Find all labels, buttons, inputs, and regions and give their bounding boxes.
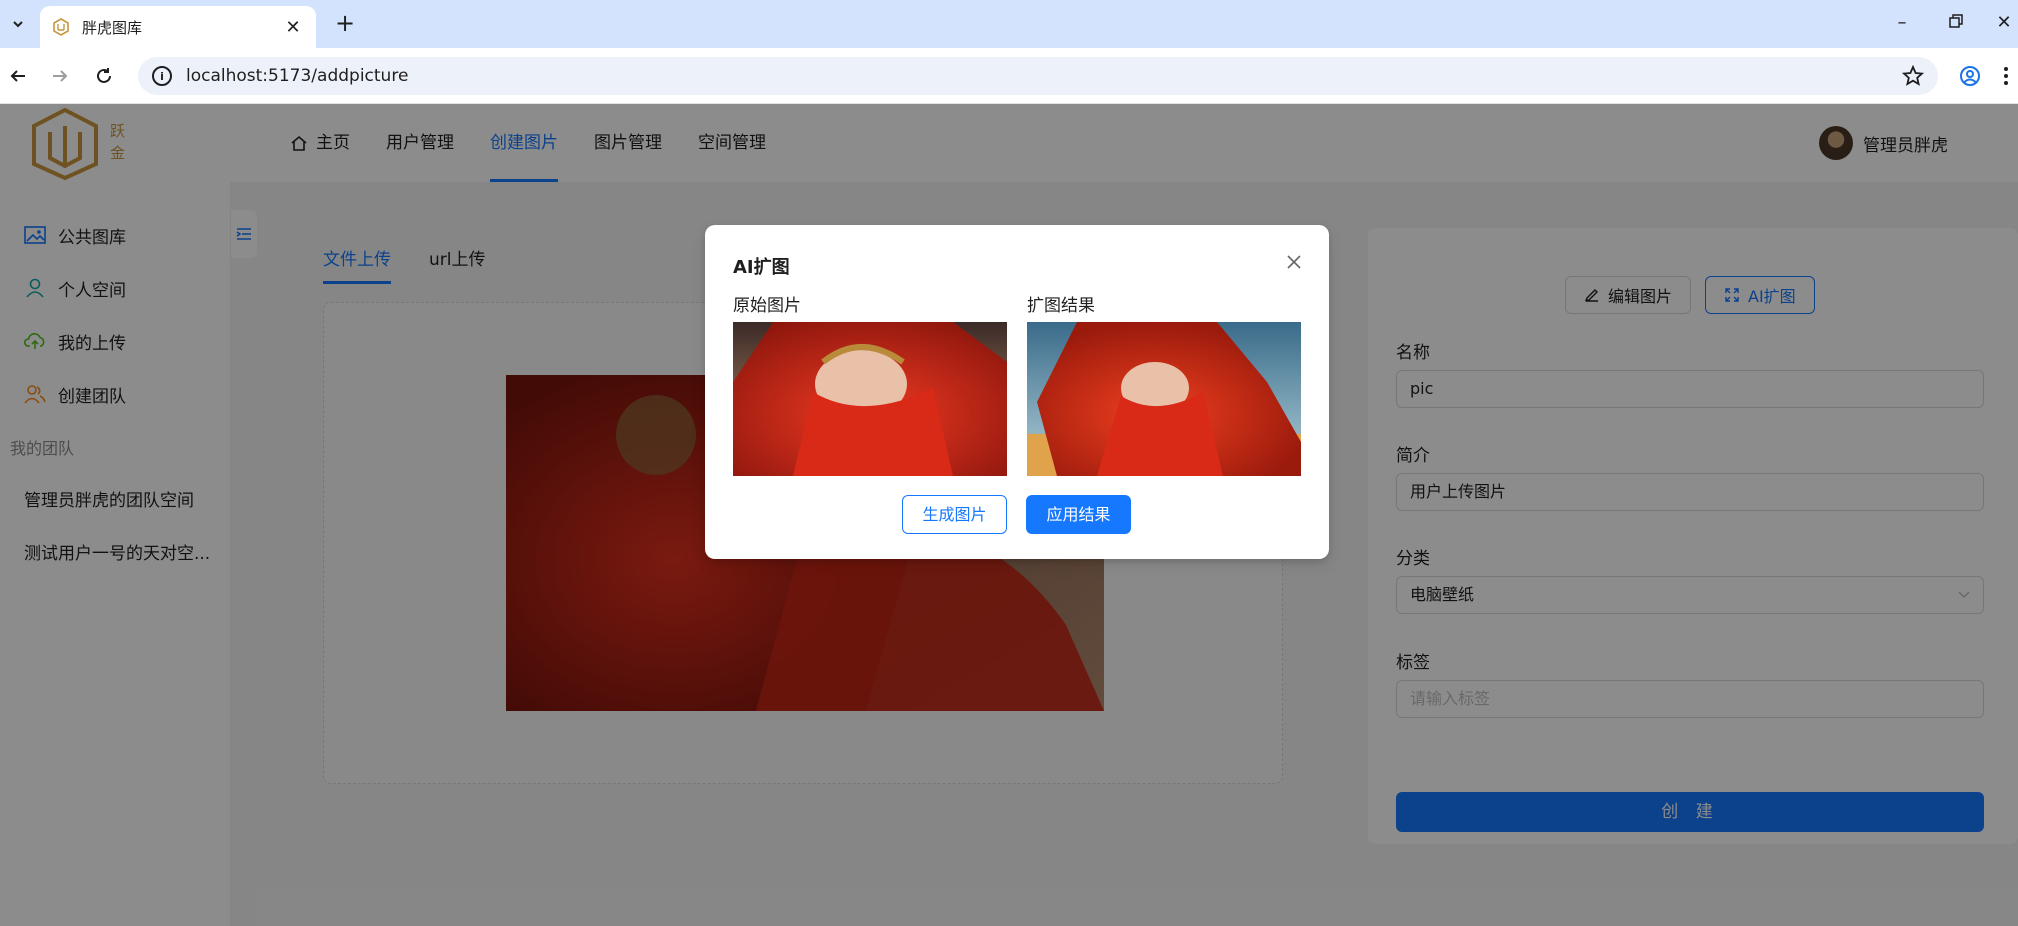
close-icon[interactable] [1279,247,1309,277]
browser-tab[interactable]: 胖虎图库 ✕ [40,6,316,48]
restore-icon[interactable] [1936,8,1976,38]
back-icon[interactable] [2,60,34,92]
reload-icon[interactable] [88,60,120,92]
tab-search-button[interactable] [4,10,32,38]
address-url: localhost:5173/addpicture [186,66,409,86]
original-image [733,322,1007,476]
browser-toolbar: i localhost:5173/addpicture [0,48,2018,104]
profile-icon[interactable] [1954,60,1986,92]
site-favicon-icon [53,18,69,36]
original-image-label: 原始图片 [733,296,801,316]
tab-title: 胖虎图库 [82,18,143,37]
generate-picture-button[interactable]: 生成图片 [902,495,1007,534]
address-bar[interactable]: i localhost:5173/addpicture [138,57,1938,95]
browser-tabstrip: 胖虎图库 ✕ + – ✕ [0,0,2018,48]
modal-title: AI扩图 [733,257,790,278]
site-info-icon[interactable]: i [152,66,172,86]
minimize-icon[interactable]: – [1882,8,1922,38]
result-image [1027,322,1301,476]
apply-result-button[interactable]: 应用结果 [1026,495,1131,534]
ai-expand-modal: AI扩图 原始图片 扩图结果 生成图片 应用结果 [705,225,1329,559]
bookmark-star-icon[interactable] [1902,65,1924,87]
window-close-icon[interactable]: ✕ [1990,8,2018,38]
result-image-label: 扩图结果 [1027,296,1095,316]
forward-icon[interactable] [44,60,76,92]
tab-close-icon[interactable]: ✕ [282,17,304,38]
new-tab-icon[interactable]: + [330,8,360,38]
browser-menu-icon[interactable] [1996,60,2016,92]
chevron-down-icon [13,21,23,28]
